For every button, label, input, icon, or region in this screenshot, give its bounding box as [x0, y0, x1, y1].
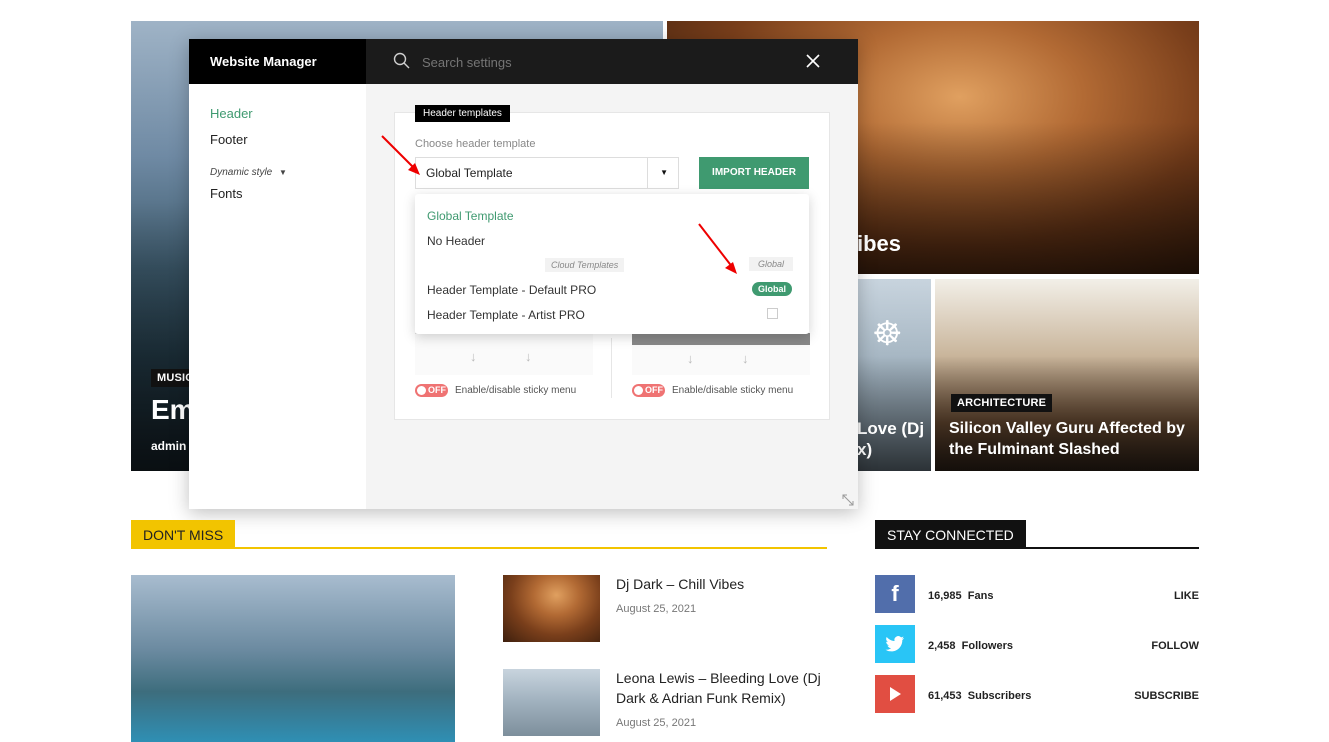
dropdown-item-default-pro[interactable]: Header Template - Default PRO — [427, 283, 596, 297]
template-select-value: Global Template — [426, 166, 513, 180]
caret-down-icon: ▼ — [279, 168, 287, 177]
cloud-templates-label: Cloud Templates — [545, 258, 625, 272]
social-count: 61,453 Subscribers — [928, 690, 1032, 702]
follow-button[interactable]: FOLLOW — [1120, 640, 1199, 652]
global-column-label: Global — [749, 257, 794, 271]
article-date: August 25, 2021 — [616, 717, 697, 729]
template-select[interactable]: Global Template ▼ — [415, 157, 679, 189]
category-tag[interactable]: ARCHITECTURE — [951, 394, 1053, 412]
stay-connected-heading: STAY CONNECTED — [875, 520, 1026, 549]
sidebar-item-dynamic-style[interactable]: Dynamic style ▼ — [210, 167, 287, 178]
twitter-icon[interactable] — [875, 625, 915, 663]
article-thumb[interactable] — [503, 575, 600, 642]
arrow-down-icon: ↓ — [525, 349, 532, 364]
sidebar-item-footer[interactable]: Footer — [210, 132, 248, 147]
sidebar-item-fonts[interactable]: Fonts — [210, 186, 243, 201]
sticky-toggle-left[interactable]: OFF — [415, 384, 448, 397]
modal-main: Header templates Choose header template … — [366, 84, 858, 509]
subscribe-button[interactable]: SUBSCRIBE — [1110, 690, 1199, 702]
select-divider — [647, 158, 648, 188]
arrow-down-icon: ↓ — [687, 351, 694, 366]
global-checkbox[interactable] — [767, 308, 778, 319]
arrow-down-icon: ↓ — [470, 349, 477, 364]
dont-miss-featured-image[interactable] — [131, 575, 455, 742]
resize-icon[interactable] — [841, 493, 855, 507]
dont-miss-rule — [131, 547, 827, 549]
social-count: 16,985 Fans — [928, 590, 994, 602]
tile-title[interactable]: Love (Dj x) — [857, 418, 924, 460]
template-preview-right: ↓ ↓ — [632, 333, 810, 375]
dropdown-item-artist-pro[interactable]: Header Template - Artist PRO — [427, 308, 585, 322]
preview-bar — [632, 333, 810, 345]
template-preview-left: ↓ ↓ — [415, 333, 593, 375]
website-manager-modal: Website Manager Header Footer Dynamic st… — [189, 39, 858, 509]
dont-miss-heading: DON'T MISS — [131, 520, 236, 549]
header-templates-panel: Header templates Choose header template … — [394, 105, 830, 420]
like-button[interactable]: LIKE — [1120, 590, 1199, 602]
dropdown-item-global-template[interactable]: Global Template — [427, 209, 514, 223]
tile-title[interactable]: ibes — [857, 231, 901, 257]
article-title[interactable]: Leona Lewis – Bleeding Love (Dj Dark & A… — [616, 668, 828, 708]
facebook-icon[interactable]: f — [875, 575, 915, 613]
stay-connected-rule — [875, 547, 1199, 549]
arrow-down-icon: ↓ — [742, 351, 749, 366]
toggle-text: OFF — [645, 385, 663, 395]
column-divider — [611, 338, 612, 398]
sticky-toggle-right[interactable]: OFF — [632, 384, 665, 397]
search-icon — [393, 52, 410, 69]
tile-title[interactable]: Silicon Valley Guru Affected by the Fulm… — [949, 418, 1189, 460]
modal-sidebar: Header Footer Dynamic style ▼ Fonts — [189, 84, 366, 509]
sticky-label-left: Enable/disable sticky menu — [455, 385, 577, 396]
search-input[interactable] — [422, 51, 722, 73]
article-date: August 25, 2021 — [616, 603, 697, 615]
panel-label: Header templates — [415, 105, 510, 122]
chevron-down-icon[interactable]: ▼ — [660, 168, 668, 177]
global-badge: Global — [752, 282, 793, 296]
sidebar-item-header[interactable]: Header — [210, 106, 253, 121]
featured-tile-right[interactable]: ARCHITECTURE Silicon Valley Guru Affecte… — [935, 279, 1199, 471]
sticky-label-right: Enable/disable sticky menu — [672, 385, 794, 396]
close-icon[interactable] — [805, 53, 821, 69]
toggle-text: OFF — [428, 385, 446, 395]
search-bar — [366, 39, 858, 84]
social-count: 2,458 Followers — [928, 640, 1013, 652]
dynamic-style-label: Dynamic style — [210, 167, 273, 178]
import-header-button[interactable]: IMPORT HEADER — [699, 157, 809, 189]
modal-title: Website Manager — [189, 39, 366, 84]
template-dropdown: Global Template No Header Cloud Template… — [415, 194, 809, 334]
article-thumb[interactable] — [503, 669, 600, 736]
toggle-knob — [634, 386, 643, 395]
tile-author[interactable]: admin — [151, 439, 186, 453]
choose-label: Choose header template — [415, 138, 536, 150]
youtube-icon[interactable] — [875, 675, 915, 713]
dropdown-item-no-header[interactable]: No Header — [427, 234, 485, 248]
toggle-knob — [417, 386, 426, 395]
wheel-icon: ☸ — [872, 315, 903, 353]
article-title[interactable]: Dj Dark – Chill Vibes — [616, 574, 826, 594]
